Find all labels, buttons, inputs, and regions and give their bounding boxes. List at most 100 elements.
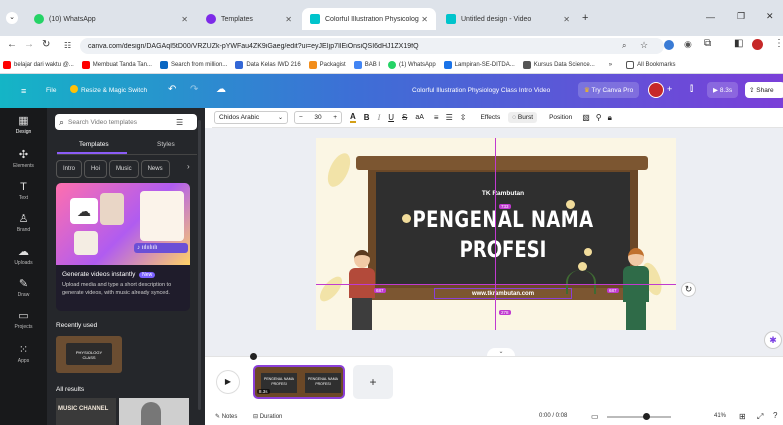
profile-avatar[interactable] [752, 39, 763, 50]
sidebar-item-text[interactable]: T Text [0, 181, 47, 201]
transparency-icon[interactable]: ▧ [582, 113, 590, 122]
sidebar-item-uploads[interactable]: ☁ Uploads [0, 246, 47, 266]
tab-colorful-illustration[interactable]: Colorful Illustration Physicolog ✕ [302, 8, 436, 30]
help-icon[interactable]: ? [773, 411, 777, 420]
bold-icon[interactable]: B [364, 113, 370, 122]
position-button[interactable]: Position [549, 114, 572, 121]
search-box[interactable]: ⌕ ☰ [55, 114, 197, 130]
chip-music[interactable]: Music [108, 160, 139, 178]
strikethrough-icon[interactable]: S [402, 113, 407, 122]
timeline-page-clip[interactable]: PENGENAL NAMA PROFESI PENGENAL NAMA PROF… [253, 365, 345, 399]
bookmark-item[interactable]: Data Kelas IWD 216 [235, 60, 301, 69]
sidebar-item-projects[interactable]: ▭ Projects [0, 310, 47, 330]
bookmark-item[interactable]: Membuat Tanda Tan... [81, 60, 152, 69]
share-button[interactable]: ⇪ Share [745, 82, 783, 98]
playhead-marker[interactable] [250, 353, 257, 360]
tab-templates[interactable]: Templates ✕ [198, 8, 300, 30]
tab-whatsapp[interactable]: (10) WhatsApp ✕ [26, 8, 196, 30]
text-color-icon[interactable]: A [350, 112, 356, 123]
bookmark-item[interactable]: Search from million... [159, 60, 227, 69]
back-icon[interactable]: ← [7, 39, 17, 50]
bookmark-item[interactable]: BAB I [353, 60, 380, 69]
close-icon[interactable]: ✕ [421, 15, 428, 24]
try-canva-pro-button[interactable]: ♛ Try Canva Pro [578, 82, 640, 98]
magic-assist-button[interactable]: ✱ [765, 332, 781, 348]
result-thumb-people[interactable] [119, 398, 189, 425]
underline-icon[interactable]: U [388, 113, 394, 122]
tab-untitled-design[interactable]: Untitled design - Video ✕ [438, 8, 578, 30]
all-bookmarks-button[interactable]: All Bookmarks [626, 60, 675, 69]
italic-icon[interactable]: I [378, 113, 381, 122]
font-family-select[interactable]: Chidos Arabic ⌄ [214, 111, 288, 124]
burst-animation-button[interactable]: ◌ Burst [508, 112, 538, 123]
fullscreen-icon[interactable]: ⤢ [757, 412, 763, 422]
spacing-icon[interactable]: ⇳ [460, 113, 467, 122]
add-page-button[interactable]: + [353, 365, 393, 399]
more-bookmarks-button[interactable]: » [609, 62, 612, 68]
zoom-slider-thumb[interactable] [643, 413, 651, 420]
bookmark-item[interactable]: belajar dari waktu @... [3, 60, 74, 69]
font-size-control[interactable]: − 30 + [294, 111, 342, 124]
restore-icon[interactable]: ❐ [737, 11, 745, 22]
bookmark-item[interactable]: (1) WhatsApp [388, 60, 436, 69]
menu-icon[interactable]: ≡ [21, 86, 26, 96]
design-page[interactable]: TK Rambutan PENGENAL NAMA PROFESI www.tk… [316, 138, 676, 330]
search-input[interactable] [68, 118, 177, 126]
extension-icon[interactable] [664, 40, 674, 50]
close-window-icon[interactable]: ✕ [766, 11, 774, 22]
close-icon[interactable]: ✕ [181, 15, 188, 24]
headline-line1[interactable]: PENGENAL NAMA [399, 208, 607, 233]
chips-next-icon[interactable]: › [187, 162, 190, 171]
zoom-slider[interactable] [607, 413, 671, 420]
align-icon[interactable]: ≡ [434, 113, 439, 122]
filter-icon[interactable]: ☰ [176, 118, 183, 127]
bookmark-item[interactable]: Lampiran-SE-DITDA... [443, 60, 515, 69]
sidebar-item-brand[interactable]: ♙ Brand [0, 213, 47, 233]
bookmark-item[interactable]: Kursus Data Science... [522, 60, 595, 69]
tab-templates-panel[interactable]: Templates [79, 141, 109, 148]
decrease-size-icon[interactable]: − [299, 114, 303, 121]
play-button[interactable]: ▶ [217, 371, 239, 393]
chip-hoi[interactable]: Hoi [83, 160, 107, 178]
resize-magic-switch-button[interactable]: Resize & Magic Switch [81, 87, 147, 94]
minimize-icon[interactable]: — [706, 12, 715, 22]
headline-line2[interactable]: PROFESI [399, 238, 607, 263]
extensions-puzzle-icon[interactable]: ⧉ [704, 38, 711, 49]
page-view-icon[interactable]: ▭ [591, 412, 599, 421]
browser-menu-icon[interactable]: ⋮ [774, 38, 783, 49]
play-presentation-button[interactable]: ▶ 8.3s [707, 82, 739, 98]
user-avatar[interactable] [648, 82, 664, 98]
panel-scrollbar[interactable] [198, 120, 201, 410]
list-icon[interactable]: ☰ [446, 113, 453, 122]
sidebar-item-elements[interactable]: ✣ Elements [0, 149, 47, 169]
sidepanel-icon[interactable]: ◧ [734, 38, 743, 49]
chip-news[interactable]: News [140, 160, 170, 178]
notes-button[interactable]: ✎ Notes [215, 413, 237, 420]
increase-size-icon[interactable]: + [333, 114, 337, 121]
recent-template-thumb[interactable]: PHYSIOLOGY CLASS [56, 336, 122, 373]
website-text-box[interactable]: www.tkrambutan.com [434, 288, 572, 299]
grid-view-icon[interactable]: ⊞ [739, 412, 746, 421]
zoom-icon[interactable]: ⌕ [622, 41, 626, 51]
camera-icon[interactable]: ◉ [684, 39, 692, 50]
result-thumb-music[interactable]: MUSIC CHANNEL [56, 398, 116, 425]
tab-styles[interactable]: Styles [157, 141, 175, 148]
undo-icon[interactable]: ↶ [168, 84, 176, 95]
add-collaborator-icon[interactable]: + [667, 84, 672, 94]
effects-button[interactable]: Effects [480, 114, 500, 121]
site-settings-icon[interactable]: ☷ [64, 41, 71, 50]
page-collapse-chevron[interactable]: ⌄ [487, 348, 515, 356]
new-tab-button[interactable]: + [582, 12, 588, 24]
letter-case-icon[interactable]: aA [415, 114, 424, 121]
file-menu[interactable]: File [46, 87, 56, 94]
sidebar-item-draw[interactable]: ✎ Draw [0, 278, 47, 298]
sidebar-item-apps[interactable]: ⁙ Apps [0, 344, 47, 364]
font-size-value[interactable]: 30 [314, 114, 321, 121]
rotate-refresh-icon[interactable]: ↻ [681, 282, 696, 297]
tab-search-icon[interactable]: ⌄ [6, 12, 18, 24]
zoom-level[interactable]: 41% [714, 413, 726, 419]
close-icon[interactable]: ✕ [285, 15, 292, 24]
school-name[interactable]: TK Rambutan [376, 190, 630, 197]
star-icon[interactable]: ☆ [640, 40, 648, 51]
bookmark-item[interactable]: Packagist [308, 60, 346, 69]
